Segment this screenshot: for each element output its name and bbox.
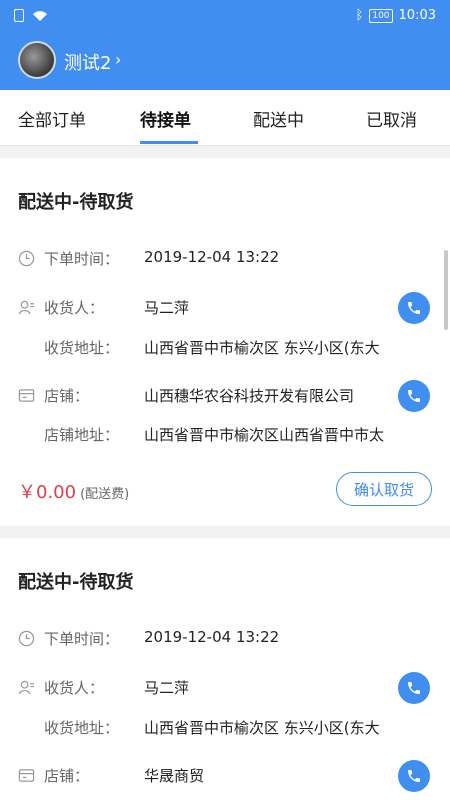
shop-icon — [18, 769, 35, 782]
order-card[interactable]: 配送中-待取货 下单时间： 2019-12-04 13:22 收货人： 马二萍 … — [0, 538, 450, 800]
address-value: 山西省晋中市榆次区 东兴小区(东大 — [144, 339, 380, 357]
address-label: 收货地址： — [44, 339, 120, 357]
price-value: ￥0.00 — [18, 482, 77, 503]
address-row: 收货地址： 山西省晋中市榆次区 东兴小区(东大 — [18, 334, 432, 362]
battery-icon: 100 — [369, 8, 393, 23]
clock-icon — [18, 250, 35, 267]
person-icon — [18, 680, 35, 695]
order-status-title: 配送中-待取货 — [18, 572, 134, 593]
order-tabs: 全部订单 待接单 配送中 已取消 — [0, 90, 450, 146]
shop-icon — [18, 389, 35, 402]
receiver-row: 收货人： 马二萍 — [18, 292, 432, 324]
shop-name: 山西穗华农谷科技开发有限公司 — [144, 387, 355, 405]
order-time-label: 下单时间： — [44, 250, 120, 268]
person-icon — [18, 300, 35, 315]
app-header: 测试2 › — [0, 33, 450, 90]
sim-icon — [14, 9, 24, 22]
price-note: (配送费) — [80, 487, 130, 502]
tab-all-orders[interactable]: 全部订单 — [18, 106, 86, 131]
order-time-row: 下单时间： 2019-12-04 13:22 — [18, 245, 432, 273]
order-time-row: 下单时间： 2019-12-04 13:22 — [18, 625, 432, 653]
shop-label: 店铺： — [44, 387, 90, 405]
phone-icon — [408, 770, 420, 782]
shop-row: 店铺： 山西穗华农谷科技开发有限公司 — [18, 380, 432, 412]
order-time-label: 下单时间： — [44, 630, 120, 648]
shop-row: 店铺： 华晟商贸 — [18, 760, 432, 792]
call-shop-button[interactable] — [398, 760, 430, 792]
confirm-pickup-button[interactable]: 确认取货 — [336, 472, 432, 506]
shop-address-value: 山西省晋中市榆次区山西省晋中市太 — [144, 426, 385, 444]
receiver-label: 收货人： — [44, 299, 105, 317]
tab-delivering[interactable]: 配送中 — [253, 106, 304, 131]
order-time-value: 2019-12-04 13:22 — [144, 628, 280, 646]
call-receiver-button[interactable] — [398, 672, 430, 704]
order-card[interactable]: 配送中-待取货 下单时间： 2019-12-04 13:22 收货人： 马二萍 … — [0, 158, 450, 526]
shop-label: 店铺： — [44, 767, 90, 785]
address-value: 山西省晋中市榆次区 东兴小区(东大 — [144, 719, 380, 737]
tab-cancelled[interactable]: 已取消 — [366, 106, 417, 131]
phone-icon — [408, 390, 420, 402]
call-receiver-button[interactable] — [398, 292, 430, 324]
address-row: 收货地址： 山西省晋中市榆次区 东兴小区(东大 — [18, 714, 432, 742]
address-label: 收货地址： — [44, 719, 120, 737]
wifi-icon — [33, 10, 47, 21]
receiver-name: 马二萍 — [144, 679, 190, 697]
delivery-fee: ￥0.00 (配送费) — [18, 478, 129, 504]
chevron-right-icon[interactable]: › — [115, 50, 121, 69]
receiver-label: 收货人： — [44, 679, 105, 697]
order-time-value: 2019-12-04 13:22 — [144, 248, 280, 266]
call-shop-button[interactable] — [398, 380, 430, 412]
clock-icon — [18, 630, 35, 647]
order-status-title: 配送中-待取货 — [18, 192, 134, 213]
phone-icon — [408, 682, 420, 694]
shop-address-row: 店铺地址： 山西省晋中市榆次区山西省晋中市太 — [18, 421, 432, 449]
status-time: 10:03 — [398, 8, 436, 23]
phone-icon — [408, 302, 420, 314]
tab-pending[interactable]: 待接单 — [140, 106, 191, 131]
avatar[interactable] — [18, 41, 56, 79]
receiver-row: 收货人： 马二萍 — [18, 672, 432, 704]
username[interactable]: 测试2 — [64, 49, 111, 75]
bluetooth-icon: ᛒ — [355, 8, 364, 23]
shop-name: 华晟商贸 — [144, 767, 205, 785]
status-bar: ᛒ 100 10:03 — [0, 0, 450, 33]
shop-address-label: 店铺地址： — [44, 426, 120, 444]
receiver-name: 马二萍 — [144, 299, 190, 317]
scrollbar[interactable] — [444, 250, 448, 330]
tab-active-indicator — [140, 141, 198, 144]
